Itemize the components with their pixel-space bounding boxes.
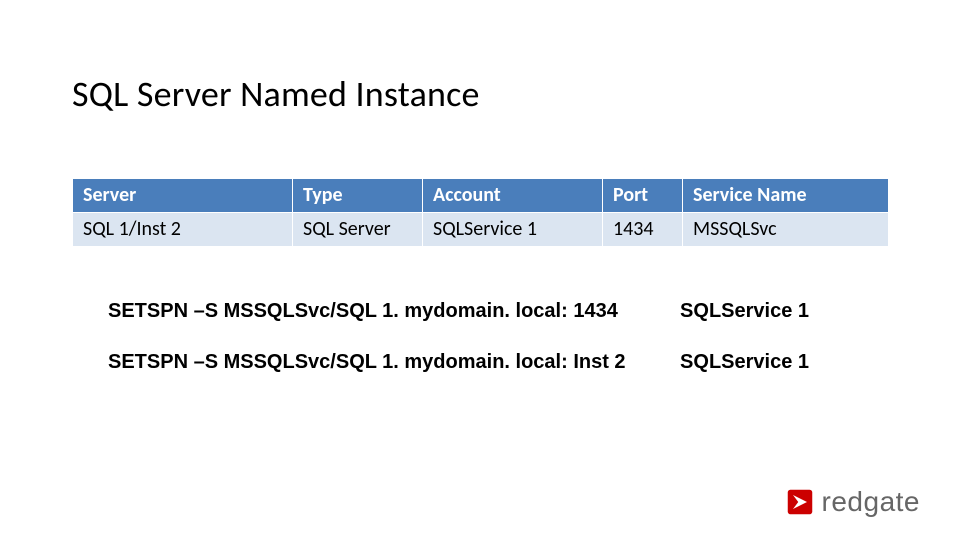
command-text: SETSPN –S MSSQLSvc/SQL 1. mydomain. loca… [108,300,680,351]
cell-type: SQL Server [293,213,423,247]
slide: SQL Server Named Instance Server Type Ac… [0,0,960,540]
cell-service-name: MSSQLSvc [683,213,889,247]
command-account: SQLService 1 [680,300,960,351]
table-row: SQL 1/Inst 2 SQL Server SQLService 1 143… [73,213,889,247]
redgate-logo: redgate [786,486,920,518]
cell-server: SQL 1/Inst 2 [73,213,293,247]
cell-port: 1434 [603,213,683,247]
command-account: SQLService 1 [680,351,960,402]
col-service-name: Service Name [683,179,889,213]
col-port: Port [603,179,683,213]
command-row: SETSPN –S MSSQLSvc/SQL 1. mydomain. loca… [108,300,960,351]
slide-title: SQL Server Named Instance [72,72,480,116]
col-account: Account [423,179,603,213]
table-header-row: Server Type Account Port Service Name [73,179,889,213]
col-server: Server [73,179,293,213]
col-type: Type [293,179,423,213]
server-table: Server Type Account Port Service Name SQ… [72,178,888,247]
command-text: SETSPN –S MSSQLSvc/SQL 1. mydomain. loca… [108,351,680,402]
redgate-logo-text: redgate [822,486,920,518]
setspn-commands: SETSPN –S MSSQLSvc/SQL 1. mydomain. loca… [108,300,960,402]
cell-account: SQLService 1 [423,213,603,247]
command-row: SETSPN –S MSSQLSvc/SQL 1. mydomain. loca… [108,351,960,402]
redgate-logo-icon [786,488,814,516]
